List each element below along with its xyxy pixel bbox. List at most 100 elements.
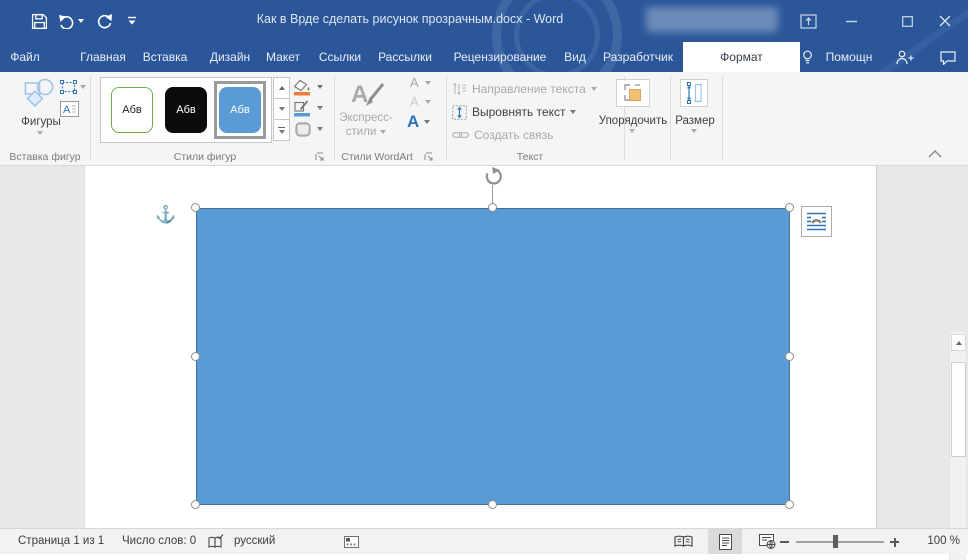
size-button[interactable] [680, 79, 708, 107]
tab-format[interactable]: Формат [683, 42, 800, 72]
shape-fill-icon [293, 79, 310, 95]
text-effects-button[interactable]: А [407, 112, 431, 132]
print-layout-button[interactable] [708, 529, 742, 554]
shape-effects-dropdown-arrow[interactable] [317, 127, 323, 131]
feedback-comment-icon[interactable] [940, 51, 956, 65]
tab-mailings[interactable]: Рассылки [373, 42, 437, 72]
rotation-handle[interactable] [483, 167, 504, 186]
shape-outline-dropdown-arrow[interactable] [317, 106, 323, 110]
text-outline-button[interactable]: А [410, 94, 431, 109]
gallery-more-button[interactable] [273, 119, 290, 141]
wordart-styles-dialog-launcher-icon[interactable] [424, 152, 434, 162]
align-text-icon [452, 104, 467, 120]
document-page[interactable]: ⚓ [84, 166, 877, 528]
save-button[interactable] [27, 9, 51, 33]
tab-review[interactable]: Рецензирование [448, 42, 552, 72]
sign-in-person-icon[interactable] [896, 50, 914, 65]
rotation-handle-connector [492, 185, 493, 205]
tab-developer[interactable]: Разработчик [596, 42, 680, 72]
shape-effects-button[interactable] [293, 119, 337, 139]
resize-handle-nw[interactable] [191, 203, 200, 212]
ribbon-format-tab-content: Фигуры А Вставка фигур Абв Абв Абв Стили… [0, 72, 968, 166]
shape-styles-dialog-launcher-icon[interactable] [315, 152, 325, 162]
shapes-gallery-icon[interactable] [24, 78, 56, 108]
scroll-up-button[interactable] [951, 334, 966, 351]
document-canvas: ⚓ [0, 166, 968, 560]
zoom-slider-thumb[interactable] [833, 535, 838, 548]
text-direction-button[interactable]: Направление текста [452, 79, 597, 99]
draw-text-box-button[interactable]: А [60, 101, 79, 122]
resize-handle-s[interactable] [488, 500, 497, 509]
shape-style-option-2[interactable]: Абв [165, 87, 207, 133]
size-button-label[interactable]: Размер [667, 115, 723, 127]
web-layout-button[interactable] [750, 529, 784, 554]
zoom-out-button[interactable] [780, 541, 789, 543]
arrange-button[interactable] [616, 79, 650, 107]
scrollbar-thumb[interactable] [951, 362, 966, 457]
tab-home[interactable]: Главная [74, 42, 132, 72]
minimize-button[interactable] [836, 8, 866, 34]
lightbulb-icon [803, 50, 812, 64]
text-fill-button[interactable]: А [410, 75, 431, 90]
zoom-level[interactable]: 100 % [908, 529, 960, 554]
maximize-icon [901, 15, 913, 27]
edit-shape-dropdown-arrow[interactable] [80, 85, 86, 89]
gallery-scroll-down-button[interactable] [273, 98, 290, 120]
tab-help[interactable]: Помощн [816, 42, 882, 72]
shape-style-option-1[interactable]: Абв [111, 87, 153, 133]
tab-design[interactable]: Дизайн [203, 42, 257, 72]
quick-styles-icon[interactable]: А [350, 78, 386, 108]
create-link-button[interactable]: Создать связь [452, 125, 553, 145]
ribbon-display-options-button[interactable] [793, 8, 823, 34]
shape-fill-button[interactable] [293, 77, 337, 97]
shape-fill-dropdown-arrow[interactable] [317, 85, 323, 89]
arrange-icon [624, 84, 641, 101]
selected-rectangle-shape[interactable] [196, 208, 790, 505]
tab-insert[interactable]: Вставка [138, 42, 192, 72]
quick-styles-button-line1[interactable]: Экспресс- [334, 112, 398, 124]
collapse-ribbon-icon[interactable] [928, 149, 942, 158]
arrange-dropdown-arrow[interactable] [629, 129, 635, 151]
tab-layout[interactable]: Макет [261, 42, 305, 72]
object-anchor-icon: ⚓ [155, 205, 177, 224]
close-button[interactable] [928, 8, 962, 34]
layout-options-icon [807, 212, 826, 231]
text-outline-icon: А [410, 94, 419, 109]
quick-styles-dropdown-arrow [380, 130, 387, 134]
tab-references[interactable]: Ссылки [315, 42, 365, 72]
web-layout-icon [758, 534, 775, 549]
read-mode-button[interactable] [666, 529, 700, 554]
text-outline-dropdown-arrow [424, 99, 431, 104]
size-icon [686, 82, 702, 104]
zoom-slider-track[interactable] [796, 541, 884, 543]
gallery-scroll-up-button[interactable] [273, 77, 290, 99]
shape-style-option-3-selected[interactable]: Абв [219, 87, 261, 133]
edit-shape-button[interactable] [60, 80, 86, 94]
resize-handle-e[interactable] [785, 352, 794, 361]
tab-file[interactable]: Файл [6, 42, 44, 72]
resize-handle-sw[interactable] [191, 500, 200, 509]
group-label-shape-styles: Стили фигур [173, 151, 237, 163]
shape-outline-button[interactable] [293, 98, 337, 118]
status-bar: Страница 1 из 1 Число слов: 0 русский 10… [0, 528, 968, 554]
proofing-status-icon[interactable] [208, 534, 224, 550]
word-count[interactable]: Число слов: 0 [122, 529, 196, 554]
align-text-button[interactable]: Выровнять текст [452, 102, 577, 122]
resize-handle-ne[interactable] [785, 203, 794, 212]
window-title: Как в Врде сделать рисунок прозрачным.do… [256, 12, 564, 26]
arrange-button-label[interactable]: Упорядочить [595, 115, 671, 127]
language-indicator[interactable]: русский [234, 529, 275, 554]
vertical-scrollbar[interactable] [949, 332, 966, 560]
group-separator [90, 76, 91, 160]
page-indicator[interactable]: Страница 1 из 1 [18, 529, 104, 554]
macro-shortcuts-icon[interactable] [344, 536, 359, 548]
resize-handle-n[interactable] [488, 203, 497, 212]
resize-handle-se[interactable] [785, 500, 794, 509]
tab-view[interactable]: Вид [560, 42, 590, 72]
maximize-button[interactable] [892, 8, 922, 34]
size-dropdown-arrow[interactable] [691, 129, 697, 151]
resize-handle-w[interactable] [191, 352, 200, 361]
layout-options-button[interactable] [801, 206, 832, 237]
titlebar: Как в Врде сделать рисунок прозрачным.do… [0, 0, 968, 72]
quick-styles-button-line2[interactable]: стили [334, 126, 398, 138]
